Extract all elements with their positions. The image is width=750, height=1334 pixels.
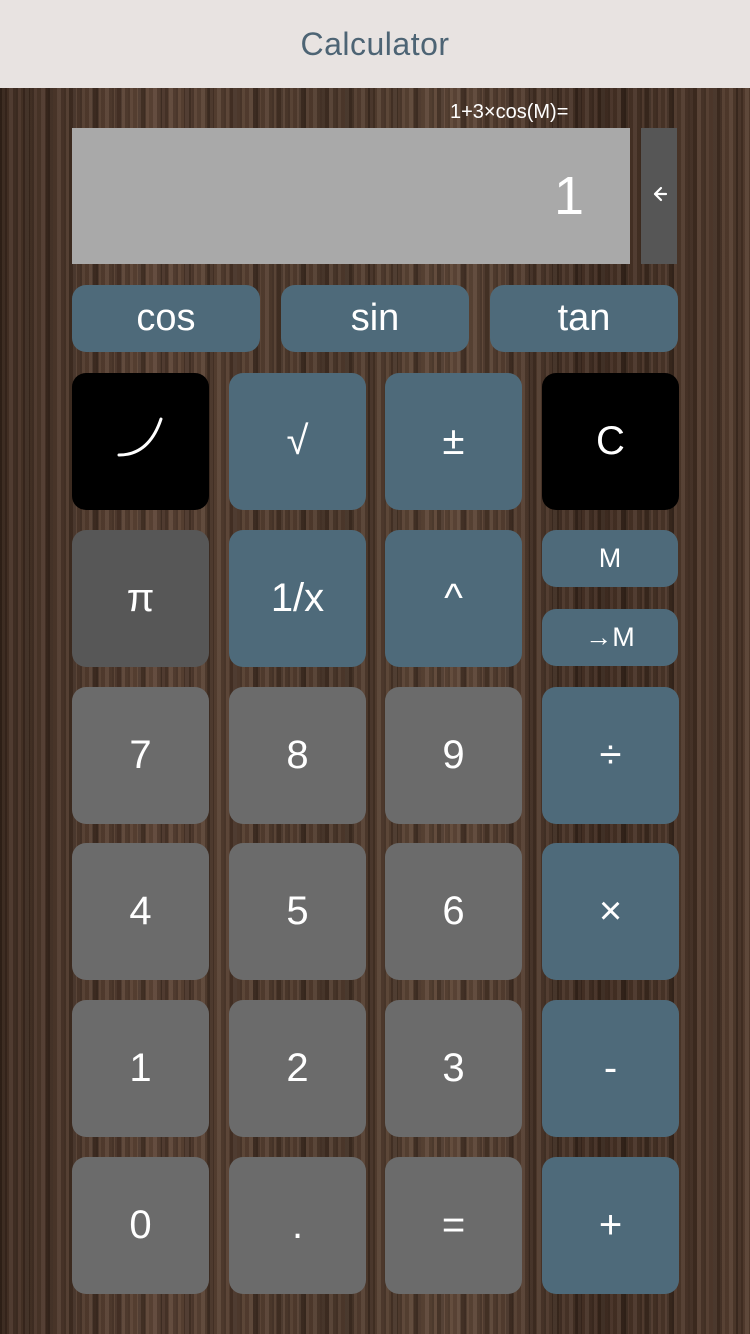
digit-0-button[interactable]: 0 [72,1157,209,1294]
cos-button[interactable]: cos [72,285,260,352]
result-display: 1 [72,128,630,264]
pi-button[interactable]: π [72,530,209,667]
navigation-bar: Calculator [0,0,750,88]
digit-3-button[interactable]: 3 [385,1000,522,1137]
sin-button[interactable]: sin [281,285,469,352]
arrow-left-icon [649,184,669,209]
memory-recall-button[interactable]: M [542,530,678,587]
decimal-point-button[interactable]: . [229,1157,366,1294]
multiply-button[interactable]: × [542,843,679,980]
clear-button[interactable]: C [542,373,679,510]
square-root-button[interactable]: √ [229,373,366,510]
subtract-button[interactable]: - [542,1000,679,1137]
display-value: 1 [553,166,584,226]
tan-button[interactable]: tan [490,285,678,352]
digit-2-button[interactable]: 2 [229,1000,366,1137]
digit-5-button[interactable]: 5 [229,843,366,980]
digit-9-button[interactable]: 9 [385,687,522,824]
digit-1-button[interactable]: 1 [72,1000,209,1137]
curve-icon [113,409,169,475]
digit-4-button[interactable]: 4 [72,843,209,980]
digit-7-button[interactable]: 7 [72,687,209,824]
equals-button[interactable]: = [385,1157,522,1294]
digit-8-button[interactable]: 8 [229,687,366,824]
backspace-button[interactable] [641,128,677,264]
plus-minus-button[interactable]: ± [385,373,522,510]
reciprocal-button[interactable]: 1/x [229,530,366,667]
divide-button[interactable]: ÷ [542,687,679,824]
add-button[interactable]: + [542,1157,679,1294]
digit-6-button[interactable]: 6 [385,843,522,980]
curve-button[interactable] [72,373,209,510]
power-button[interactable]: ^ [385,530,522,667]
expression-label: 1+3×cos(M)= [450,101,569,123]
memory-store-button[interactable]: →M [542,609,678,666]
page-title: Calculator [300,25,450,62]
